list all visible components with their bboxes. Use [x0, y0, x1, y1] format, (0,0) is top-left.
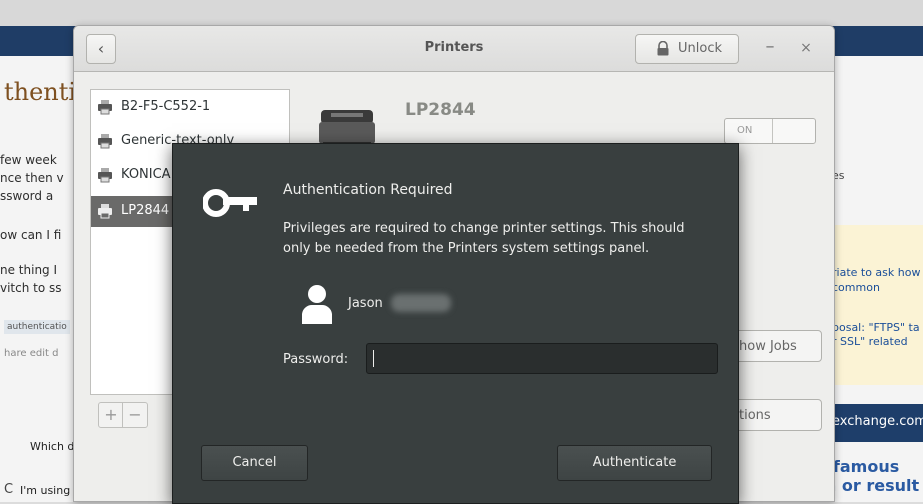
- printer-icon: [98, 168, 112, 183]
- background-text-line: ssword a: [0, 189, 54, 203]
- background-sidebar-link: r SSL" related: [832, 335, 908, 348]
- background-sidebar-link: common: [832, 281, 880, 294]
- printer-icon: [98, 100, 112, 115]
- authenticate-button[interactable]: Authenticate: [557, 445, 712, 481]
- printer-list-label: LP2844: [121, 203, 170, 218]
- text-cursor: [373, 350, 374, 367]
- background-question-text: Which d: [30, 440, 75, 453]
- password-label: Password:: [283, 352, 349, 367]
- background-sidebar-box: [826, 225, 923, 385]
- redacted-surname: [391, 294, 451, 312]
- background-text-line: nce then v: [0, 171, 64, 185]
- background-sidebar-link: posal: "FTPS" ta: [832, 321, 920, 334]
- dialog-title: Authentication Required: [283, 182, 453, 198]
- background-stackexchange-bar: exchange.com: [826, 404, 923, 442]
- dialog-message: Privileges are required to change printe…: [283, 221, 685, 256]
- key-icon: [203, 189, 257, 217]
- cancel-button[interactable]: Cancel: [201, 445, 308, 481]
- background-share-links: hare edit d: [4, 348, 59, 359]
- background-sidebar-link: riate to ask how t: [832, 266, 923, 279]
- lock-icon: [657, 41, 669, 56]
- user-name: Jason: [348, 296, 383, 311]
- printer-name-heading: LP2844: [405, 100, 476, 120]
- close-button[interactable]: ×: [796, 37, 816, 59]
- add-printer-button[interactable]: +: [98, 402, 124, 428]
- show-jobs-label: how Jobs: [739, 339, 797, 354]
- background-text-line: ow can I fi: [0, 228, 62, 242]
- printer-list-item[interactable]: B2-F5-C552-1: [91, 92, 289, 123]
- background-text-line: vitch to ss: [0, 281, 62, 295]
- password-field[interactable]: [366, 343, 718, 374]
- background-text-line: ne thing I: [0, 263, 58, 277]
- background-text-line: few week: [0, 153, 57, 167]
- switch-label: ON: [737, 125, 753, 136]
- cancel-label: Cancel: [232, 455, 277, 470]
- remove-printer-button[interactable]: −: [122, 402, 148, 428]
- unlock-button[interactable]: Unlock: [635, 34, 739, 64]
- printer-list-label: B2-F5-C552-1: [121, 99, 211, 114]
- titlebar: ‹ Printers Unlock – ×: [74, 26, 834, 72]
- background-tag: authenticatio: [4, 320, 70, 334]
- background-banner: [0, 0, 923, 26]
- unlock-label: Unlock: [678, 41, 722, 56]
- options-label: tions: [739, 408, 771, 423]
- background-bar-text: exchange.com: [832, 414, 923, 429]
- minimize-button[interactable]: –: [760, 36, 780, 58]
- printer-icon: [98, 134, 112, 149]
- printer-icon: [98, 204, 112, 219]
- background-letter: C: [4, 482, 14, 497]
- switch-divider: [772, 119, 773, 143]
- authenticate-label: Authenticate: [592, 455, 677, 470]
- authentication-dialog: Authentication Required Privileges are r…: [172, 143, 739, 504]
- user-avatar-icon: [302, 285, 332, 324]
- printer-list-label: KONICA: [121, 167, 171, 182]
- printer-enable-switch[interactable]: ON: [724, 118, 816, 144]
